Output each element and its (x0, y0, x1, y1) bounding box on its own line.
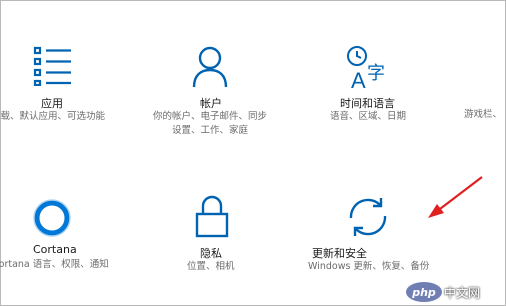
tile-accounts-desc-line: 你的帐户、电子邮件、同步 (152, 111, 267, 122)
cortana-ring-icon (33, 199, 71, 237)
tile-time-language-desc: 语音、区域、日期 (330, 110, 406, 124)
svg-text:A: A (351, 68, 366, 92)
tile-accounts-desc-line: 设置、工作、家庭 (171, 125, 248, 136)
tile-privacy[interactable]: 隐私 位置、相机 (170, 190, 260, 280)
tile-update-security-title: 更新和安全 (312, 247, 367, 260)
tile-time-language-desc-line: 语音、区域、日期 (330, 111, 407, 122)
watermark: php 中文网 (406, 282, 498, 304)
tile-time-language[interactable]: A 字 时间和语言 语音、区域、日期 (330, 40, 440, 130)
lock-icon (195, 195, 229, 238)
tile-cortana-title: Cortana (33, 243, 77, 256)
tile-gaming-desc-line: 游戏栏、 (464, 109, 503, 120)
tile-apps-title: 应用 (41, 97, 63, 110)
tile-privacy-title: 隐私 (200, 247, 222, 260)
tile-accounts-desc: 你的帐户、电子邮件、同步 设置、工作、家庭 (140, 110, 280, 138)
tile-privacy-desc-line: 位置、相机 (187, 261, 235, 272)
tile-update-security-desc-line: Windows 更新、恢复、备份 (308, 261, 430, 272)
tile-cortana[interactable]: Cortana Cortana 语言、权限、通知 (0, 190, 130, 280)
tile-time-language-title: 时间和语言 (340, 97, 395, 110)
php-logo: php (406, 282, 442, 302)
apps-list-icon (33, 46, 71, 86)
tile-gaming-partial[interactable]: 游戏栏、 (464, 108, 504, 128)
tile-apps[interactable]: 应用 卸载、默认应用、可选功能 (0, 40, 130, 130)
tile-accounts-title: 帐户 (200, 97, 222, 110)
tile-update-security-desc: Windows 更新、恢复、备份 (308, 260, 429, 274)
svg-text:字: 字 (367, 63, 385, 84)
tile-cortana-desc: Cortana 语言、权限、通知 (0, 258, 125, 272)
tile-apps-desc-line: 卸载、默认应用、可选功能 (0, 111, 106, 122)
tile-update-security[interactable]: 更新和安全 Windows 更新、恢复、备份 (305, 190, 445, 280)
tile-cortana-desc-line: Cortana 语言、权限、通知 (0, 259, 109, 270)
watermark-text: 中文网 (444, 286, 481, 300)
tile-gaming-desc: 游戏栏、 (464, 108, 502, 122)
time-language-icon: A 字 (347, 46, 385, 92)
tile-privacy-desc: 位置、相机 (187, 260, 235, 274)
tile-apps-desc: 卸载、默认应用、可选功能 (0, 110, 125, 124)
person-icon (192, 46, 228, 88)
tile-accounts[interactable]: 帐户 你的帐户、电子邮件、同步 设置、工作、家庭 (140, 40, 280, 140)
sync-refresh-icon (349, 198, 387, 236)
